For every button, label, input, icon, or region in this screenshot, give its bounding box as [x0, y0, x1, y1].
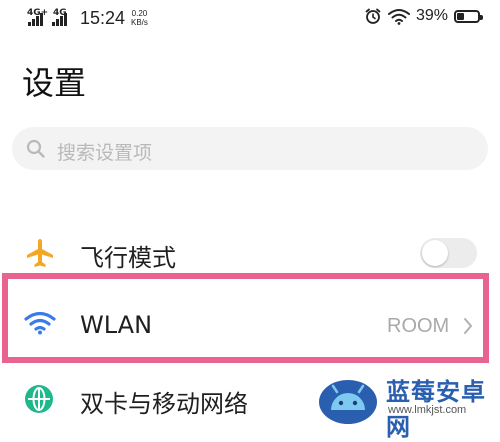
- battery-percent: 39%: [415, 7, 448, 24]
- search-input[interactable]: 搜索设置项: [12, 127, 488, 170]
- page-title: 设置: [22, 64, 87, 102]
- airplane-icon: [27, 239, 53, 267]
- wifi-status-icon: [387, 8, 410, 25]
- airplane-mode-toggle[interactable]: [420, 238, 477, 268]
- network-speed-value: 0.20: [131, 9, 148, 18]
- status-right: 39%: [364, 7, 483, 25]
- network-speed: 0.20 KB/s: [131, 9, 148, 27]
- search-icon: [26, 139, 45, 158]
- signal-bars-sim2-icon: [52, 13, 67, 26]
- airplane-mode-label: 飞行模式: [80, 244, 176, 272]
- alarm-icon: [365, 8, 381, 24]
- network-speed-unit: KB/s: [131, 18, 148, 27]
- search-placeholder: 搜索设置项: [57, 142, 153, 164]
- highlight-box: [2, 273, 489, 363]
- status-time: 15:24: [80, 8, 126, 28]
- dual-sim-network-label: 双卡与移动网络: [80, 390, 248, 418]
- android-logo-icon: [319, 380, 377, 424]
- battery-icon: [454, 9, 483, 23]
- watermark-url: www.lmkjst.com: [388, 404, 467, 416]
- toggle-knob: [422, 240, 448, 266]
- status-bar: 4G+ 4G 15:24 0.20 KB/s 39%: [0, 0, 500, 40]
- globe-icon: [25, 385, 53, 413]
- signal-bars-sim1-icon: [28, 13, 43, 26]
- watermark: 蓝莓安卓网 www.lmkjst.com: [318, 368, 500, 441]
